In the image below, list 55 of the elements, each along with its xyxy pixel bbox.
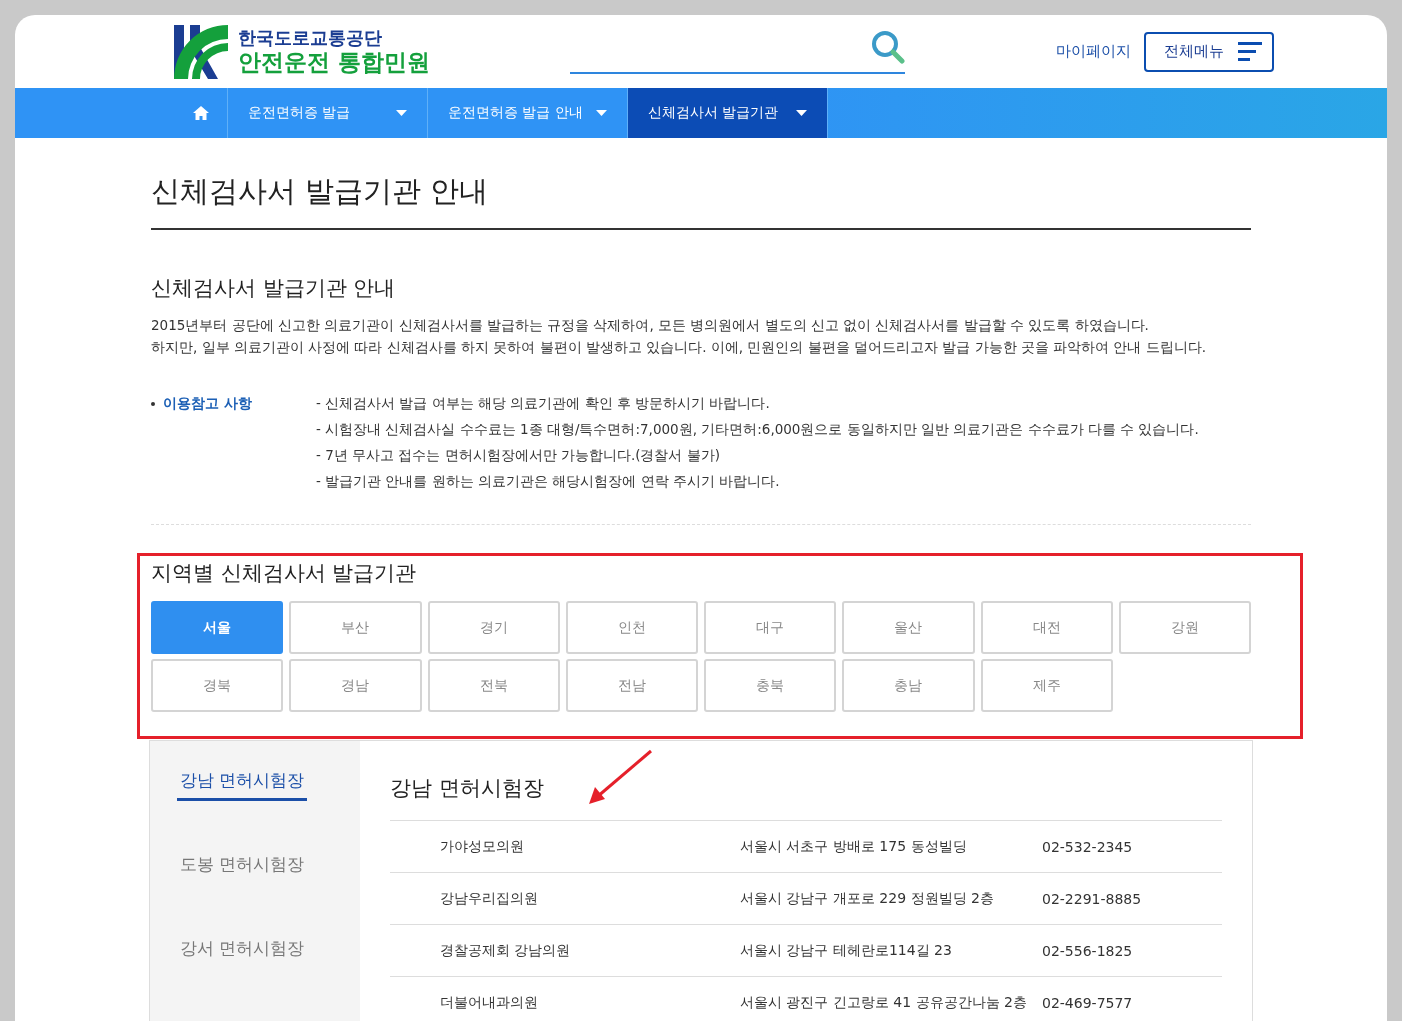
table-cell-text: 02-556-1825 (1042, 942, 1134, 959)
menu-icon (1238, 41, 1262, 62)
intro-text: 2015년부터 공단에 신고한 의료기관이 신체검사서를 발급하는 규정을 삭제하여, 모든 병의원에서 별도의 신고 없이 신체검사서를 발급할 수 있도록 하였습니다. (151, 316, 1150, 335)
notes-label: 이용참고 사항 (163, 394, 252, 413)
center-tab[interactable]: 강남 면허시험장 (177, 767, 308, 801)
nav-tab[interactable]: 신체검사서 발급기관 (628, 88, 828, 138)
caret-icon (396, 110, 407, 116)
table-cell-text: 서울시 강남구 테헤란로114길 23 (740, 941, 953, 960)
home-icon[interactable] (192, 106, 209, 120)
table-cell-text: 서울시 광진구 긴고랑로 41 공유공간나눔 2층 (740, 993, 1028, 1012)
table-cell-text: 서울시 서초구 방배로 175 동성빌딩 (740, 837, 968, 856)
all-menu-button[interactable]: 전체메뉴 (1144, 31, 1274, 72)
my-page-link[interactable]: 마이페이지 (1056, 42, 1131, 61)
section-heading: 신체검사서 발급기관 안내 (151, 275, 397, 302)
table-cell-text: 가야성모의원 (440, 837, 525, 856)
note-text: - 신체검사서 발급 여부는 해당 의료기관에 확인 후 방문하시기 바랍니다. (316, 394, 771, 413)
section-heading: 지역별 신체검사서 발급기관 (151, 560, 418, 587)
nav-tab[interactable]: 운전면허증 발급 (228, 88, 428, 138)
search-icon[interactable] (871, 29, 905, 64)
arrow-icon (587, 749, 653, 805)
note-text: - 7년 무사고 접수는 면허시험장에서만 가능합니다.(경찰서 불가) (316, 446, 722, 465)
region-button[interactable]: 경기 (427, 601, 560, 654)
bullet-icon (151, 402, 155, 406)
region-button[interactable]: 전북 (427, 659, 560, 712)
table-cell-text: 02-532-2345 (1042, 838, 1134, 855)
note-text: - 시험장내 신체검사실 수수료는 1종 대형/특수면허:7,000원, 기타면허:6,000원으로 동일하지만 일반 의료기관은 수수료가 다를 수 있습니다. (316, 420, 1200, 439)
region-button[interactable]: 대전 (980, 601, 1113, 654)
region-button[interactable]: 경남 (289, 659, 422, 712)
caret-icon (796, 110, 807, 116)
region-button[interactable]: 울산 (842, 601, 975, 654)
page-title: 신체검사서 발급기관 안내 (151, 138, 1251, 230)
center-tab[interactable]: 도봉 면허시험장 (177, 851, 308, 885)
note-text: - 발급기관 안내를 원하는 의료기관은 해당시험장에 연락 주시기 바랍니다. (316, 472, 781, 491)
region-button[interactable]: 부산 (289, 601, 422, 654)
table-cell-text: 경찰공제회 강남의원 (440, 941, 572, 960)
region-button[interactable]: 인천 (565, 601, 698, 654)
region-button[interactable]: 경북 (151, 659, 284, 712)
table-cell-text: 02-469-7577 (1042, 994, 1134, 1011)
region-button[interactable]: 서울 (151, 601, 284, 654)
table-cell-text: 강남우리집의원 (440, 889, 539, 908)
intro-text: 하지만, 일부 의료기관이 사정에 따라 신체검사를 하지 못하여 불편이 발생하고 있습니다. 이에, 민원인의 불편을 덜어드리고자 발급 가능한 곳을 파악하여 안내 드립니다. (151, 338, 1207, 357)
table-cell-text: 더불어내과의원 (440, 993, 539, 1012)
region-button[interactable]: 충북 (704, 659, 837, 712)
table-cell-text: 02-2291-8885 (1042, 890, 1143, 907)
org-name: 한국도로교통공단 (238, 27, 383, 49)
center-tab[interactable]: 강서 면허시험장 (177, 935, 308, 969)
region-button[interactable]: 대구 (704, 601, 837, 654)
region-button[interactable]: 제주 (980, 659, 1113, 712)
table-cell-text: 서울시 강남구 개포로 229 정원빌딩 2층 (740, 889, 995, 908)
region-button[interactable]: 강원 (1118, 601, 1251, 654)
search-field[interactable] (570, 29, 905, 74)
caret-icon (596, 110, 607, 116)
region-button[interactable]: 충남 (842, 659, 975, 712)
site-name: 안전운전 통합민원 (238, 48, 430, 76)
region-button[interactable]: 전남 (565, 659, 698, 712)
